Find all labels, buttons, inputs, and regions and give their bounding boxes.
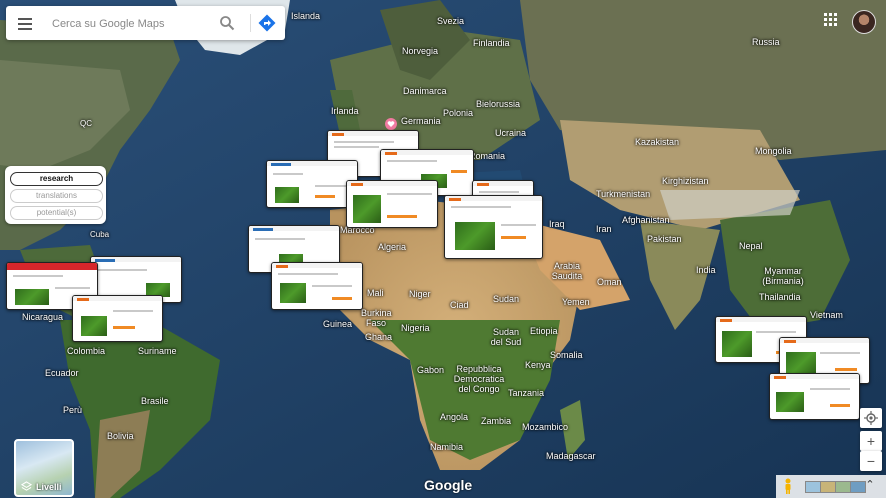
layers-button[interactable]: Livelli xyxy=(14,439,74,497)
result-thumbnail[interactable] xyxy=(444,195,543,259)
map-label: Namibia xyxy=(430,442,464,452)
map-label: Tanzania xyxy=(508,388,545,398)
imagery-tile[interactable] xyxy=(835,481,851,493)
map-label: Zambia xyxy=(481,416,512,426)
map-label: Germania xyxy=(401,116,441,126)
plus-icon: + xyxy=(866,433,876,449)
map-label: Brasile xyxy=(141,396,169,406)
map-label: Oman xyxy=(597,277,622,287)
map-label: Nepal xyxy=(739,241,763,251)
map-label: Kazakistan xyxy=(635,137,680,147)
map-label: Angola xyxy=(440,412,469,422)
map-label: Nigeria xyxy=(401,323,430,333)
search-divider xyxy=(250,14,251,32)
magnifier-icon[interactable] xyxy=(219,15,235,31)
search-input[interactable] xyxy=(50,13,214,35)
map-label: Sudan del Sud xyxy=(490,327,522,347)
map-label: Russia xyxy=(752,37,780,47)
map-label: Ecuador xyxy=(45,368,79,378)
filter-panel: research translations potential(s) xyxy=(5,166,106,224)
map-label: Sudan xyxy=(493,294,520,304)
map-label: Iran xyxy=(596,224,612,234)
imagery-tile[interactable] xyxy=(805,481,821,493)
hamburger-menu-icon[interactable] xyxy=(18,16,32,30)
result-thumbnail[interactable] xyxy=(72,295,163,342)
map-label: Ghana xyxy=(365,332,393,342)
layers-icon xyxy=(21,481,32,491)
map-label: Myanmar (Birmania) xyxy=(762,266,804,286)
apps-grid-icon[interactable] xyxy=(824,13,838,27)
map-label: Romania xyxy=(469,151,506,161)
map-label: Bielorussia xyxy=(476,99,521,109)
my-location-button[interactable] xyxy=(860,408,882,428)
avatar[interactable] xyxy=(852,10,876,34)
map-label: Somalia xyxy=(550,350,583,360)
map-label: Algeria xyxy=(378,242,407,252)
map-label: Yemen xyxy=(562,297,590,307)
map-label: Arabia Saudita xyxy=(551,261,583,281)
filter-translations[interactable]: translations xyxy=(10,189,103,203)
heart-pin-icon[interactable] xyxy=(385,118,397,130)
map-label: Norvegia xyxy=(402,46,439,56)
map-label: Islanda xyxy=(291,11,321,21)
filter-potentials[interactable]: potential(s) xyxy=(10,206,103,220)
zoom-out-button[interactable]: − xyxy=(860,451,882,471)
result-thumbnail[interactable] xyxy=(346,180,438,228)
map-label: Vietnam xyxy=(810,310,843,320)
map-label: Turkmenistan xyxy=(596,189,651,199)
map-label: Danimarca xyxy=(403,86,447,96)
map-label: Ucraina xyxy=(495,128,527,138)
map-label: QC xyxy=(80,119,92,128)
map-label: Perù xyxy=(63,405,83,415)
map-label: Ciad xyxy=(450,300,469,310)
imagery-tile[interactable] xyxy=(820,481,836,493)
map-label: Irlanda xyxy=(331,106,359,116)
map-label: Polonia xyxy=(443,108,474,118)
map-label: Etiopia xyxy=(530,326,558,336)
filter-research[interactable]: research xyxy=(10,172,103,186)
map-label: Niger xyxy=(409,289,431,299)
map-label: Burkina Faso xyxy=(361,308,392,328)
map-label: Madagascar xyxy=(546,451,596,461)
map-label: Afghanistan xyxy=(622,215,670,225)
map-label: Cuba xyxy=(90,230,110,239)
map-label: Kirghizistan xyxy=(662,176,709,186)
map-label: Gabon xyxy=(417,365,445,375)
map-label: Kenya xyxy=(525,360,551,370)
result-thumbnail[interactable] xyxy=(769,373,860,420)
map-label: India xyxy=(696,265,716,275)
map-label: Colombia xyxy=(67,346,106,356)
map-label: Mali xyxy=(367,288,384,298)
search-box xyxy=(6,6,285,40)
map-label: Repubblica Democratica del Congo xyxy=(453,364,505,394)
map-label: Guinea xyxy=(323,319,353,329)
directions-arrow-icon[interactable] xyxy=(258,14,276,32)
map-label: Mongolia xyxy=(755,146,792,156)
zoom-in-button[interactable]: + xyxy=(860,431,882,451)
map-label: Pakistan xyxy=(647,234,682,244)
map-label: Mozambico xyxy=(522,422,569,432)
result-thumbnail[interactable] xyxy=(271,262,363,310)
google-logo: Google xyxy=(424,477,473,493)
map-label: Suriname xyxy=(138,346,177,356)
map-label: Finlandia xyxy=(473,38,510,48)
map-label: Bolivia xyxy=(107,431,134,441)
map-label: Svezia xyxy=(437,16,465,26)
pegman-icon[interactable] xyxy=(784,478,792,494)
location-target-icon xyxy=(864,411,878,425)
chevron-up-icon[interactable]: ⌃ xyxy=(864,478,876,492)
map-label: Thailandia xyxy=(759,292,801,302)
map-label: Iraq xyxy=(549,219,565,229)
layers-label: Livelli xyxy=(36,482,62,492)
map-label: Nicaragua xyxy=(22,312,64,322)
minus-icon: − xyxy=(866,453,876,469)
result-thumbnail[interactable] xyxy=(266,160,358,208)
